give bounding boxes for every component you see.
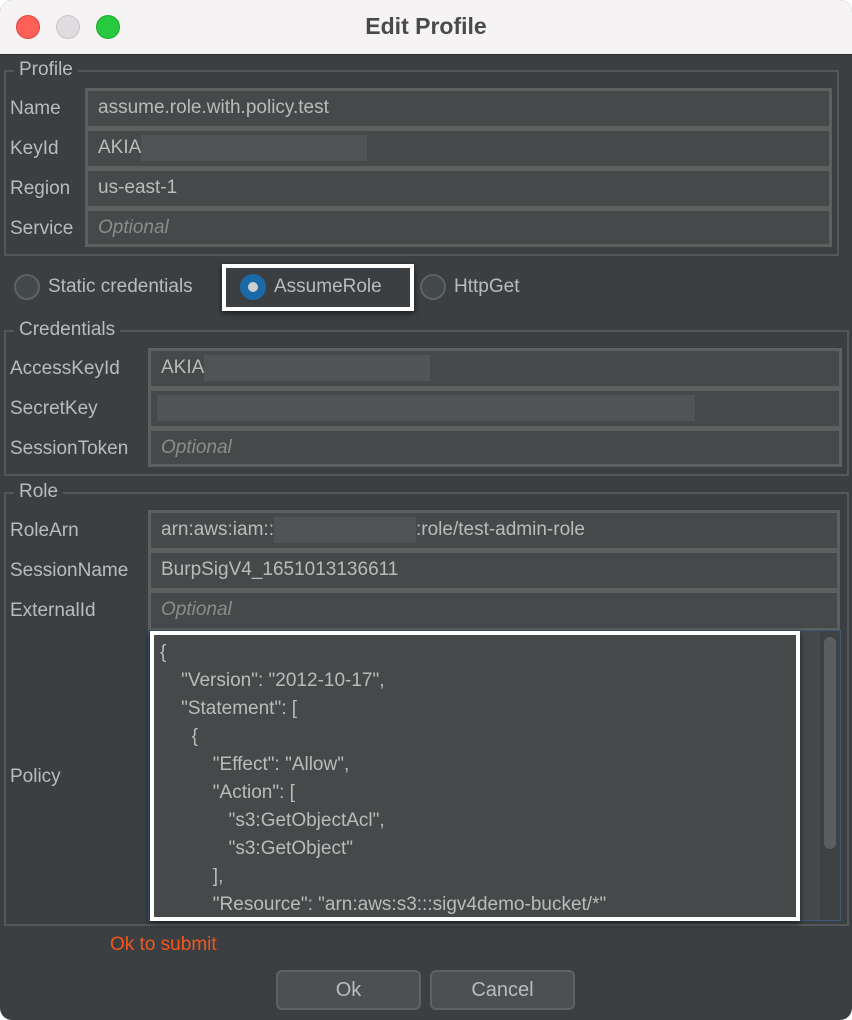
keyid-input[interactable]: AKIA [85,128,832,169]
rolearn-input[interactable]: arn:aws:iam:::role/test-admin-role [148,510,840,551]
radio-static-credentials[interactable]: Static credentials [14,274,193,300]
radio-httpget[interactable]: HttpGet [420,274,519,300]
secretkey-input[interactable] [148,388,842,429]
secretkey-label: SecretKey [10,398,98,419]
radio-indicator-selected [240,274,266,300]
edit-profile-dialog: Edit Profile Profile Name assume.role.wi… [0,0,852,1020]
redaction-box [157,394,695,421]
radio-indicator [14,274,40,300]
role-legend: Role [14,481,64,503]
redaction-box [204,354,431,381]
service-input[interactable]: Optional [85,208,832,247]
externalid-label: ExternalId [10,600,96,621]
sessiontoken-label: SessionToken [10,438,129,459]
region-label: Region [10,178,71,199]
radio-assume-role[interactable]: AssumeRole [240,274,382,300]
radio-label: AssumeRole [274,276,382,297]
sessionname-input[interactable]: BurpSigV4_1651013136611 [148,550,840,591]
keyid-value: AKIA [98,137,142,158]
region-input[interactable]: us-east-1 [85,168,832,209]
rolearn-label: RoleArn [10,520,79,541]
policy-scrollbar-thumb[interactable] [824,637,836,849]
sessiontoken-input[interactable]: Optional [148,428,842,467]
sessionname-label: SessionName [10,560,129,581]
redaction-box [141,134,368,161]
policy-textarea[interactable]: { "Version": "2012-10-17", "Statement": … [150,631,800,921]
radio-indicator [420,274,446,300]
accesskeyid-input[interactable]: AKIA [148,348,842,389]
externalid-input[interactable]: Optional [148,590,840,631]
title-bar: Edit Profile [0,0,852,55]
rolearn-suffix: :role/test-admin-role [415,519,585,540]
radio-label: Static credentials [48,276,193,297]
accesskeyid-label: AccessKeyId [10,358,120,379]
keyid-label: KeyId [10,138,59,159]
credentials-legend: Credentials [14,319,121,341]
name-input[interactable]: assume.role.with.policy.test [85,88,832,129]
status-message: Ok to submit [110,934,217,955]
name-label: Name [10,98,61,119]
radio-label: HttpGet [454,276,520,297]
window-title: Edit Profile [365,13,487,39]
profile-legend: Profile [14,59,78,81]
service-label: Service [10,218,74,239]
rolearn-prefix: arn:aws:iam:: [161,519,274,540]
accesskeyid-value: AKIA [161,357,205,378]
ok-button[interactable]: Ok [276,970,421,1010]
policy-json: { "Version": "2012-10-17", "Statement": … [160,642,607,915]
redaction-box [273,516,416,543]
cancel-button[interactable]: Cancel [430,970,575,1010]
policy-label: Policy [10,766,61,787]
